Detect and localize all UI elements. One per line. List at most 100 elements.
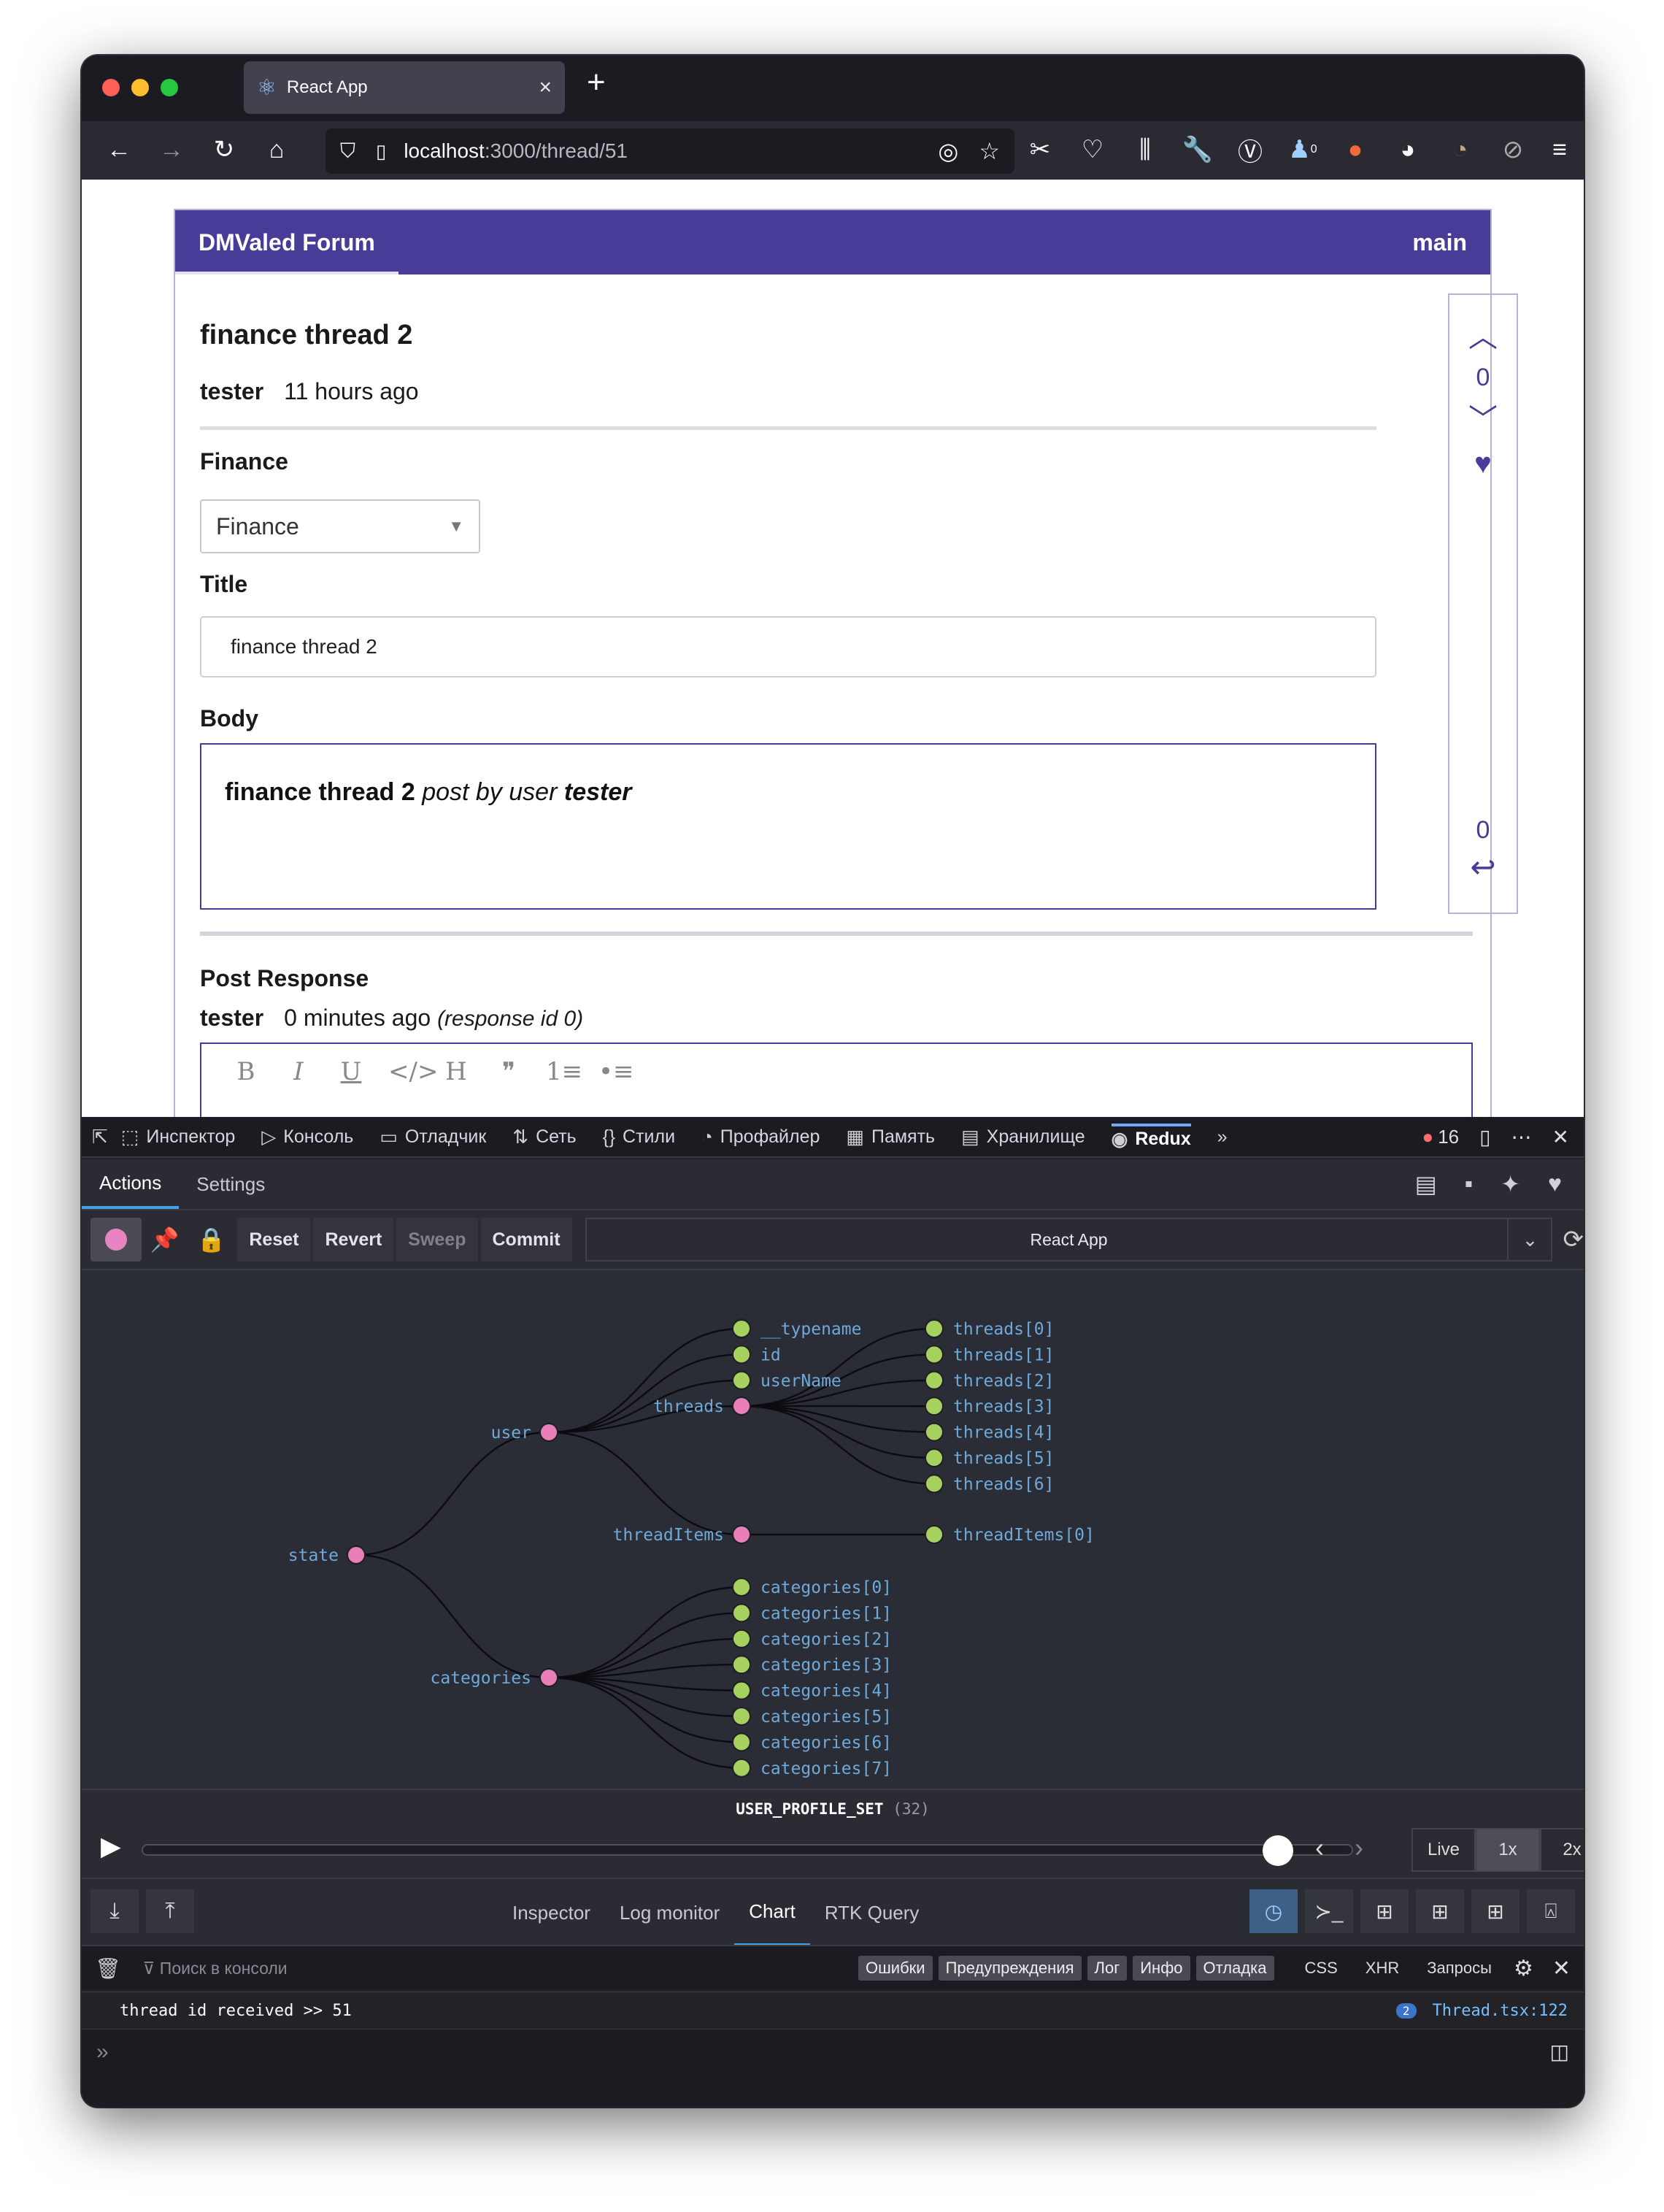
tree-node-categories[interactable]: categories (431, 1668, 558, 1688)
tree-node-categories-5[interactable]: categories[5] (732, 1707, 892, 1727)
console-filter-2[interactable]: Запросы (1420, 1956, 1499, 1981)
tree-node-threads-4[interactable]: threads[4] (925, 1422, 1054, 1443)
tree-node-dot[interactable] (732, 1629, 751, 1648)
tree-node-threadItems[interactable]: threadItems (613, 1525, 751, 1545)
tree-node-dot[interactable] (539, 1668, 558, 1687)
instance-select[interactable]: React App ⌄ (585, 1218, 1553, 1261)
console-source-link[interactable]: Thread.tsx:122 (1433, 2002, 1568, 2020)
slider-track[interactable] (142, 1844, 1353, 1856)
bookmark-star-icon[interactable]: ☆ (979, 137, 1000, 165)
chevron-down-icon[interactable]: ﹀ (1468, 405, 1498, 434)
play-icon[interactable]: ▶ (101, 1831, 121, 1862)
tree-node-categories-7[interactable]: categories[7] (732, 1758, 892, 1778)
new-tab-button[interactable]: + (587, 64, 606, 101)
tree-node-threads-2[interactable]: threads[2] (925, 1370, 1054, 1391)
tree-node-threads-0[interactable]: threads[0] (925, 1319, 1054, 1339)
tree-node-threadItems-0[interactable]: threadItems[0] (925, 1525, 1095, 1545)
thread-author[interactable]: tester (200, 378, 263, 404)
tab-settings[interactable]: Settings (179, 1159, 282, 1209)
heart-icon[interactable]: ♥ (1474, 448, 1492, 480)
minimize-window-dot[interactable] (131, 79, 149, 96)
book-icon[interactable]: ▤ (1415, 1170, 1437, 1198)
devtools-tab-6[interactable]: ▦ Память (846, 1126, 935, 1148)
console-level-0[interactable]: Ошибки (858, 1956, 933, 1981)
terminal-icon[interactable]: ≻_ (1305, 1889, 1353, 1933)
pin-icon[interactable]: 📌 (142, 1218, 188, 1261)
tree-node-id[interactable]: id (732, 1345, 781, 1364)
tree-node-user[interactable]: user (491, 1423, 558, 1443)
error-indicator[interactable]: ● 16 (1422, 1126, 1459, 1148)
tree-node-threads-5[interactable]: threads[5] (925, 1448, 1054, 1468)
response-author[interactable]: tester (200, 1005, 263, 1031)
tree-node-dot[interactable] (732, 1681, 751, 1700)
grid-left-icon[interactable]: ⊞ (1360, 1889, 1409, 1933)
trash-icon[interactable]: 🗑 (95, 1956, 121, 1981)
console-input[interactable]: » ◫ (82, 2029, 1584, 2107)
home-icon[interactable]: ⌂ (258, 131, 295, 168)
devtools-tab-8[interactable]: ◉ Redux (1111, 1123, 1191, 1151)
tree-node-dot[interactable] (925, 1525, 944, 1544)
import-icon[interactable]: ⤓ (90, 1889, 139, 1933)
console-level-3[interactable]: Инфо (1133, 1956, 1190, 1981)
slider-thumb[interactable] (1263, 1835, 1293, 1866)
tree-node-dot[interactable] (925, 1319, 944, 1338)
tab-close-icon[interactable]: × (539, 75, 552, 100)
console-filter-0[interactable]: CSS (1298, 1956, 1345, 1981)
chevron-up-icon[interactable]: ︿ (1468, 323, 1498, 352)
heart-icon[interactable]: ♥ (1548, 1170, 1562, 1198)
devtools-tab-3[interactable]: ⇅ Сеть (512, 1126, 576, 1148)
grid-bottom-icon[interactable]: ⊞ (1471, 1889, 1519, 1933)
tree-node-categories-0[interactable]: categories[0] (732, 1578, 892, 1597)
reset-button[interactable]: Reset (237, 1218, 311, 1261)
duckduckgo-icon[interactable]: ● (1337, 131, 1374, 168)
pocket-icon[interactable]: ♡ (1074, 131, 1111, 168)
library-icon[interactable]: ⫼ (1127, 131, 1163, 168)
grid-right-icon[interactable]: ⊞ (1416, 1889, 1464, 1933)
tree-node-categories-1[interactable]: categories[1] (732, 1603, 892, 1623)
export-icon[interactable]: ⤒ (146, 1889, 194, 1933)
more-icon[interactable]: ⋯ (1511, 1125, 1532, 1149)
tree-node-userName[interactable]: userName (732, 1370, 841, 1391)
tree-node-categories-3[interactable]: categories[3] (732, 1655, 892, 1675)
tree-node-dot[interactable] (732, 1525, 751, 1544)
quote-icon[interactable]: ❞ (493, 1057, 524, 1086)
tree-node-dot[interactable] (925, 1422, 944, 1442)
monitor-log[interactable]: Log monitor (605, 1879, 734, 1946)
tree-node-dot[interactable] (732, 1370, 751, 1390)
monitor-rtk-query[interactable]: RTK Query (810, 1879, 934, 1946)
console-level-4[interactable]: Отладка (1195, 1956, 1274, 1981)
vue-devtools-icon[interactable]: Ⓥ (1232, 131, 1268, 168)
redux-ext-icon[interactable]: ◕ (1390, 131, 1426, 168)
tree-node-threads[interactable]: threads (653, 1397, 751, 1416)
devtools-tab-1[interactable]: ▷ Консоль (261, 1126, 353, 1148)
chat-icon[interactable]: ▪ (1465, 1170, 1473, 1198)
forward-icon[interactable]: → (153, 131, 190, 168)
tree-node-dot[interactable] (732, 1655, 751, 1675)
console-filter-1[interactable]: XHR (1358, 1956, 1406, 1981)
tree-node-dot[interactable] (732, 1578, 751, 1597)
tree-node-dot[interactable] (347, 1545, 366, 1564)
nav-main-link[interactable]: main (1412, 229, 1467, 256)
tree-node-dot[interactable] (732, 1758, 751, 1778)
chevron-down-icon[interactable]: ⌄ (1507, 1219, 1551, 1260)
shield-icon[interactable]: ⛉ (340, 139, 355, 164)
sync-icon[interactable]: ⟳ (1563, 1225, 1584, 1254)
speed-2x[interactable]: 2x (1540, 1828, 1584, 1872)
tree-node-dot[interactable] (925, 1345, 944, 1364)
body-editor[interactable]: finance thread 2 post by user tester (200, 743, 1376, 910)
tree-node-threads-1[interactable]: threads[1] (925, 1345, 1054, 1364)
responsive-icon[interactable]: ▯ (1479, 1125, 1490, 1149)
speed-live[interactable]: Live (1411, 1828, 1476, 1872)
tree-node-dot[interactable] (925, 1448, 944, 1467)
menu-icon[interactable]: ≡ (1541, 131, 1578, 168)
tree-node-threads-6[interactable]: threads[6] (925, 1474, 1054, 1494)
reply-all-icon[interactable]: ↩ (1470, 849, 1495, 885)
element-picker-icon[interactable]: ⇱ (92, 1126, 108, 1148)
devtools-tab-0[interactable]: ⬚ Инспектор (121, 1126, 236, 1148)
reload-icon[interactable]: ↻ (206, 131, 242, 168)
bold-icon[interactable]: B (231, 1057, 261, 1086)
screenshot-icon[interactable]: ✂ (1022, 131, 1058, 168)
category-select[interactable]: Finance ▼ (200, 499, 480, 553)
italic-icon[interactable]: I (283, 1057, 314, 1086)
tree-node-dot[interactable] (925, 1474, 944, 1494)
